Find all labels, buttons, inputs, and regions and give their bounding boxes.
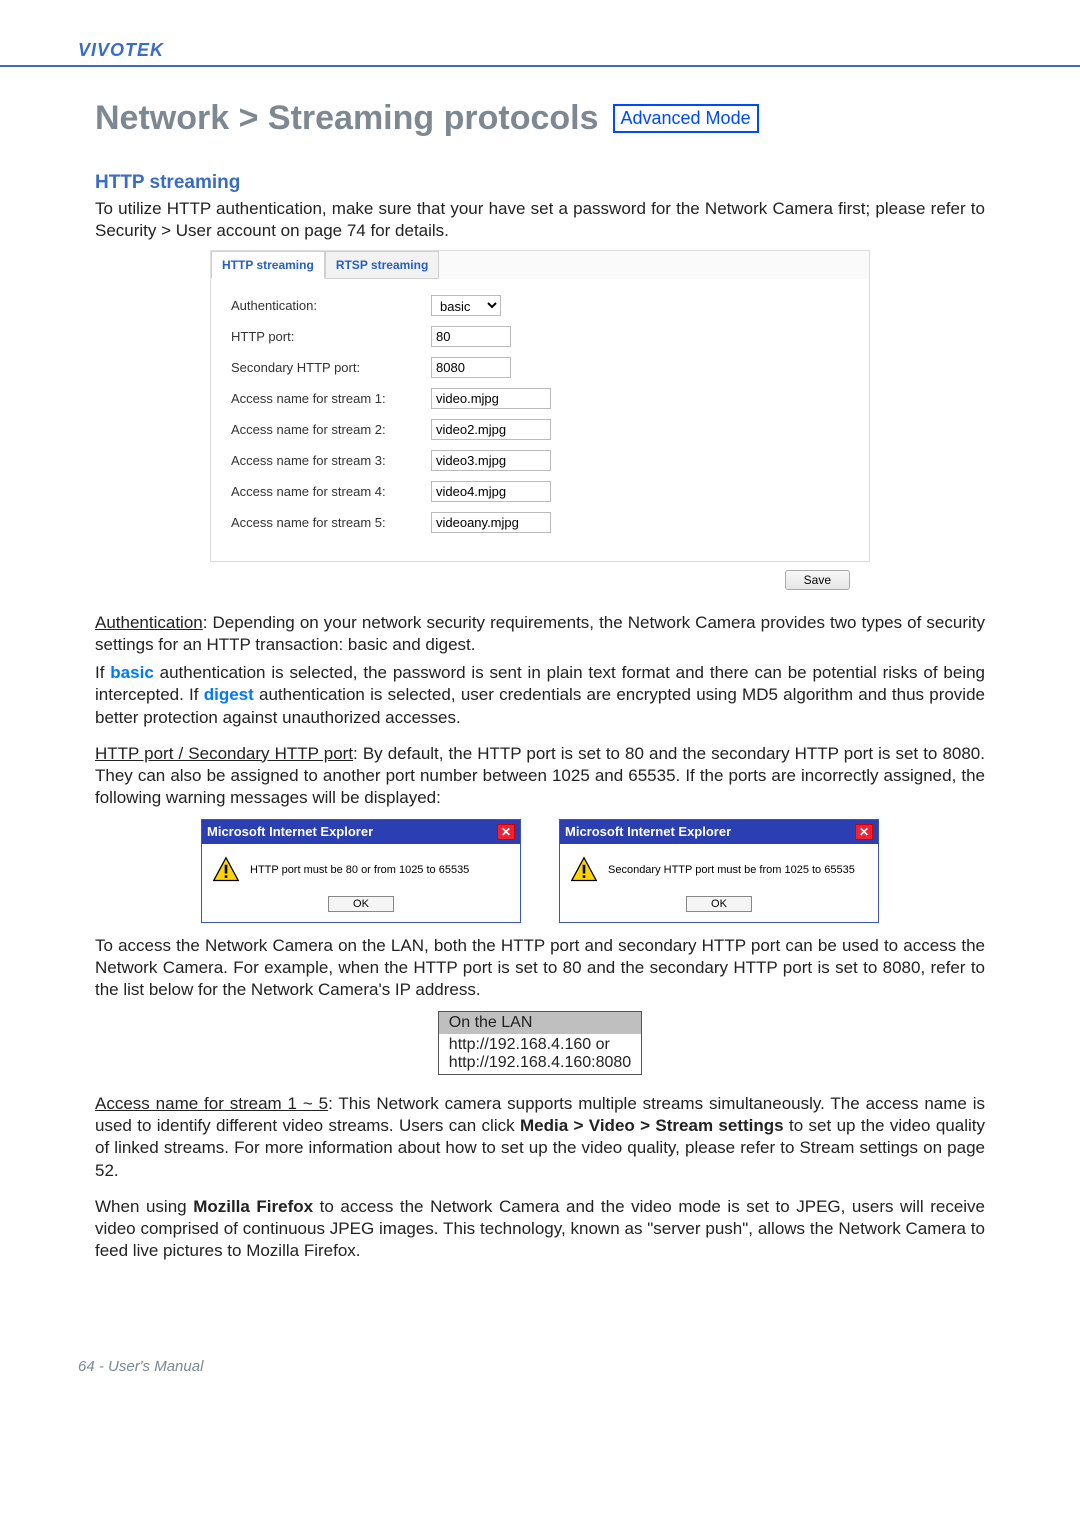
lan-access-paragraph: To access the Network Camera on the LAN,… bbox=[95, 935, 985, 1001]
page-footer: 64 - User's Manual bbox=[0, 1268, 1080, 1415]
save-button[interactable]: Save bbox=[785, 570, 850, 590]
brand-logo: VIVOTEK bbox=[78, 40, 164, 60]
input-http-port[interactable] bbox=[431, 326, 511, 347]
authentication-paragraph-2: If basic authentication is selected, the… bbox=[95, 662, 985, 728]
authentication-paragraph: Authentication: Depending on your networ… bbox=[95, 612, 985, 656]
section-heading-http-streaming: HTTP streaming bbox=[95, 172, 985, 194]
tab-rtsp-streaming[interactable]: RTSP streaming bbox=[325, 251, 439, 279]
label-stream1: Access name for stream 1: bbox=[231, 391, 431, 406]
firefox-paragraph: When using Mozilla Firefox to access the… bbox=[95, 1196, 985, 1262]
ok-button[interactable]: OK bbox=[686, 896, 752, 912]
label-stream4: Access name for stream 4: bbox=[231, 484, 431, 499]
dialog-title: Microsoft Internet Explorer bbox=[565, 824, 731, 839]
input-secondary-http-port[interactable] bbox=[431, 357, 511, 378]
warning-icon bbox=[212, 856, 240, 884]
dialog-secondary-port-warning: Microsoft Internet Explorer ✕ Secondary … bbox=[559, 819, 879, 923]
dialog-message: HTTP port must be 80 or from 1025 to 655… bbox=[250, 864, 469, 876]
dialog-http-port-warning: Microsoft Internet Explorer ✕ HTTP port … bbox=[201, 819, 521, 923]
input-stream5[interactable] bbox=[431, 512, 551, 533]
ok-button[interactable]: OK bbox=[328, 896, 394, 912]
lan-address-table: On the LAN http://192.168.4.160 or http:… bbox=[438, 1011, 642, 1075]
label-stream3: Access name for stream 3: bbox=[231, 453, 431, 468]
close-icon[interactable]: ✕ bbox=[855, 824, 873, 840]
input-stream2[interactable] bbox=[431, 419, 551, 440]
label-stream5: Access name for stream 5: bbox=[231, 515, 431, 530]
lan-table-header: On the LAN bbox=[438, 1012, 641, 1035]
label-secondary-http-port: Secondary HTTP port: bbox=[231, 360, 431, 375]
tab-http-streaming[interactable]: HTTP streaming bbox=[211, 251, 325, 279]
input-stream1[interactable] bbox=[431, 388, 551, 409]
page-title: Network > Streaming protocols bbox=[95, 99, 599, 138]
warning-icon bbox=[570, 856, 598, 884]
access-name-paragraph: Access name for stream 1 ~ 5: This Netwo… bbox=[95, 1093, 985, 1181]
input-stream4[interactable] bbox=[431, 481, 551, 502]
port-paragraph: HTTP port / Secondary HTTP port: By defa… bbox=[95, 743, 985, 809]
close-icon[interactable]: ✕ bbox=[497, 824, 515, 840]
mode-badge: Advanced Mode bbox=[613, 104, 759, 133]
intro-paragraph: To utilize HTTP authentication, make sur… bbox=[95, 198, 985, 242]
dialog-title: Microsoft Internet Explorer bbox=[207, 824, 373, 839]
label-stream2: Access name for stream 2: bbox=[231, 422, 431, 437]
input-stream3[interactable] bbox=[431, 450, 551, 471]
page-header: VIVOTEK bbox=[0, 32, 1080, 67]
label-authentication: Authentication: bbox=[231, 298, 431, 313]
lan-table-row: http://192.168.4.160 or http://192.168.4… bbox=[438, 1034, 641, 1075]
label-http-port: HTTP port: bbox=[231, 329, 431, 344]
settings-panel: HTTP streaming RTSP streaming Authentica… bbox=[210, 250, 870, 562]
select-authentication[interactable]: basic bbox=[431, 295, 501, 316]
dialog-message: Secondary HTTP port must be from 1025 to… bbox=[608, 864, 855, 876]
